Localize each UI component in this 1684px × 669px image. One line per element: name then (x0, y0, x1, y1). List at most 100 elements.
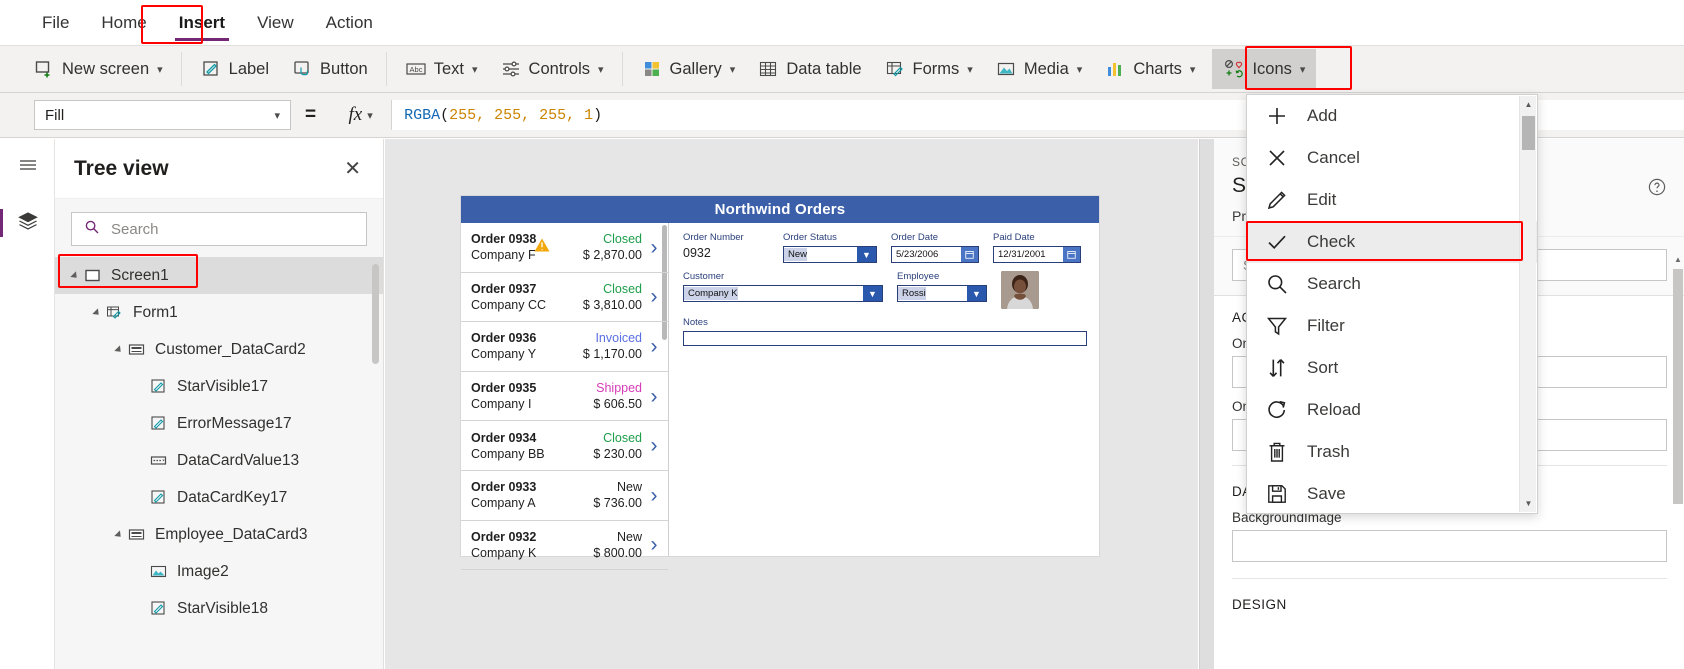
tree-node-image2[interactable]: Image2 (55, 553, 383, 590)
tree-expander-icon[interactable] (109, 344, 125, 355)
gallery-order-number: Order 0937 (471, 282, 583, 296)
orders-gallery[interactable]: Order 0938 Company F Closed $ 2,870.00 › Orde… (461, 223, 669, 571)
ribbon-text-button[interactable]: Abc Text ▾ (394, 49, 489, 89)
gallery-row[interactable]: Order 0934 Company BB Closed $ 230.00 › (461, 421, 668, 471)
gallery-row[interactable]: Order 0933 Company A New $ 736.00 › (461, 471, 668, 521)
gallery-status-badge: Closed (603, 232, 642, 247)
order-date-input[interactable]: 5/23/2006 (891, 246, 979, 263)
app-screen-preview[interactable]: Northwind Orders Order 0938 Company F Clos… (461, 196, 1099, 571)
ribbon-icons-button[interactable]: Icons ▾ (1212, 49, 1317, 89)
menu-item-view[interactable]: View (241, 7, 310, 39)
scroll-up-arrow-icon[interactable]: ▲ (1520, 96, 1537, 113)
properties-scroll-up-arrow[interactable]: ▲ (1673, 252, 1683, 266)
icons-menu-item-check[interactable]: Check (1247, 221, 1537, 263)
icons-menu-item-add[interactable]: Add (1247, 95, 1537, 137)
icons-menu-item-edit[interactable]: Edit (1247, 179, 1537, 221)
tree-node-employee_datacard3[interactable]: Employee_DataCard3 (55, 516, 383, 553)
menu-item-action[interactable]: Action (310, 7, 389, 39)
ribbon-button-button[interactable]: Button (280, 49, 379, 89)
chevron-right-icon[interactable]: › (646, 386, 662, 407)
save-icon (1263, 482, 1291, 506)
gallery-row[interactable]: Order 0937 Company CC Closed $ 3,810.00 › (461, 273, 668, 323)
icons-menu-item-trash[interactable]: Trash (1247, 431, 1537, 473)
customer-dropdown[interactable]: Company K ▼ (683, 285, 883, 302)
tree-node-form1[interactable]: Form1 (55, 294, 383, 331)
ribbon-label-button[interactable]: Label (189, 49, 280, 89)
gallery-row[interactable]: Order 0938 Company F Closed $ 2,870.00 › (461, 223, 668, 273)
gallery-amount: $ 3,810.00 (582, 297, 642, 312)
chevron-down-icon[interactable]: ▼ (967, 286, 986, 301)
dropdown-scrollbar-thumb[interactable] (1522, 116, 1535, 150)
ribbon-forms-button[interactable]: Forms ▾ (873, 49, 984, 89)
tree-node-datacardvalue13[interactable]: DataCardValue13 (55, 442, 383, 479)
properties-scrollbar-thumb[interactable] (1673, 269, 1683, 504)
icons-dropdown-list: Add Cancel Edit Check Search Filter Sort Reload… (1247, 95, 1537, 515)
field-label: Customer (683, 271, 725, 282)
icons-menu-item-sort[interactable]: Sort (1247, 347, 1537, 389)
tree-node-label: Screen1 (111, 266, 169, 284)
gallery-company-name: Company I (471, 397, 532, 412)
ribbon-charts-button[interactable]: Charts ▾ (1093, 49, 1206, 89)
icons-menu-item-filter[interactable]: Filter (1247, 305, 1537, 347)
ribbon-data-table-button[interactable]: Data table (746, 49, 872, 89)
tree-node-starvisible18[interactable]: StarVisible18 (55, 590, 383, 627)
paid-date-input[interactable]: 12/31/2001 (993, 246, 1081, 263)
field-notes: Notes (683, 317, 1087, 346)
tree-node-datacardkey17[interactable]: DataCardKey17 (55, 479, 383, 516)
dropdown-scrollbar-track[interactable]: ▲ ▼ (1519, 96, 1536, 512)
chevron-right-icon[interactable]: › (646, 485, 662, 506)
tree-node-customer_datacard2[interactable]: Customer_DataCard2 (55, 331, 383, 368)
tree-expander-icon[interactable] (87, 307, 103, 318)
chevron-down-icon: ▾ (472, 63, 478, 76)
help-icon[interactable] (1645, 175, 1669, 199)
tree-expander-icon[interactable] (109, 529, 125, 540)
employee-dropdown[interactable]: Rossi ▼ (897, 285, 987, 302)
icons-menu-item-search[interactable]: Search (1247, 263, 1537, 305)
order-status-dropdown[interactable]: New ▼ (783, 246, 877, 263)
chevron-right-icon[interactable]: › (646, 435, 662, 456)
ribbon-media-button[interactable]: Media ▾ (984, 49, 1093, 89)
gallery-company-name: Company F (471, 248, 536, 263)
rail-tree-view-button[interactable] (0, 195, 55, 251)
ribbon-controls-button[interactable]: Controls ▾ (489, 49, 615, 89)
hamburger-menu-button[interactable] (0, 139, 55, 195)
chevron-right-icon[interactable]: › (646, 534, 662, 555)
notes-input[interactable] (683, 331, 1087, 346)
tree-expander-icon[interactable] (65, 270, 81, 281)
chevron-right-icon[interactable]: › (646, 286, 662, 307)
icons-menu-item-cancel[interactable]: Cancel (1247, 137, 1537, 179)
chevron-right-icon[interactable]: › (646, 237, 662, 258)
property-input[interactable] (1232, 530, 1667, 562)
calendar-icon[interactable] (1063, 247, 1080, 262)
ribbon-new-screen-button[interactable]: New screen ▾ (22, 49, 174, 89)
employee-avatar (1001, 271, 1039, 309)
tree-node-screen1[interactable]: Screen1 (55, 257, 383, 294)
tree-view-header: Tree view ✕ (55, 139, 383, 199)
icons-menu-item-label: Check (1307, 232, 1356, 251)
ribbon-gallery-button[interactable]: Gallery ▾ (630, 49, 747, 89)
icons-menu-item-save[interactable]: Save (1247, 473, 1537, 515)
chevron-right-icon[interactable]: › (646, 336, 662, 357)
tree-scrollbar-thumb[interactable] (372, 264, 379, 364)
fx-button[interactable]: fx ▾ (330, 100, 393, 130)
menu-item-insert[interactable]: Insert (163, 7, 241, 41)
property-select[interactable]: Fill ▾ (34, 100, 291, 130)
gallery-row[interactable]: Order 0936 Company Y Invoiced $ 1,170.00 › (461, 322, 668, 372)
calendar-icon[interactable] (961, 247, 978, 262)
close-icon[interactable]: ✕ (344, 156, 361, 181)
gallery-row[interactable]: Order 0932 Company K New $ 800.00 › (461, 521, 668, 571)
chevron-down-icon: ▾ (1189, 63, 1196, 76)
icons-menu-item-reload[interactable]: Reload (1247, 389, 1537, 431)
tree-view-title: Tree view (74, 156, 169, 180)
menu-item-home[interactable]: Home (85, 7, 162, 39)
scroll-down-arrow-icon[interactable]: ▼ (1520, 495, 1537, 512)
tree-node-errormessage17[interactable]: ErrorMessage17 (55, 405, 383, 442)
gallery-order-number: Order 0935 (471, 381, 593, 395)
tree-node-starvisible17[interactable]: StarVisible17 (55, 368, 383, 405)
chevron-down-icon[interactable]: ▼ (863, 286, 882, 301)
chevron-down-icon[interactable]: ▼ (857, 247, 876, 262)
menu-item-file[interactable]: File (26, 7, 85, 39)
gallery-row[interactable]: Order 0935 Company I Shipped $ 606.50 › (461, 372, 668, 422)
tree-search-input[interactable]: Search (71, 212, 367, 246)
gallery-row-right: New $ 800.00 (593, 530, 642, 560)
